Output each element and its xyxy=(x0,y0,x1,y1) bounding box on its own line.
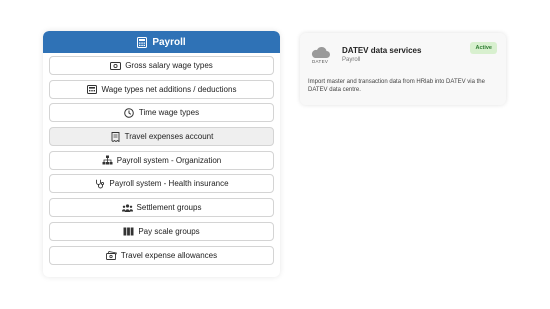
org-chart-icon xyxy=(102,155,113,165)
menu-item-travel-expenses-account[interactable]: Travel expenses account xyxy=(49,127,274,147)
card-description: Import master and transaction data from … xyxy=(308,79,485,93)
menu-item-label: Pay scale groups xyxy=(138,226,200,236)
menu-item-label: Travel expense allowances xyxy=(120,250,218,260)
payroll-menu: Gross salary wage types Wage types net a… xyxy=(43,53,280,265)
menu-item-label: Settlement groups xyxy=(136,203,202,213)
panel-title: Payroll xyxy=(152,36,186,48)
columns-icon xyxy=(123,226,134,236)
card-subtitle: Payroll xyxy=(342,57,361,63)
datev-card[interactable]: DATEV DATEV data services Payroll Active… xyxy=(300,33,506,105)
menu-item-label: Travel expenses account xyxy=(124,132,214,142)
menu-item-label: Time wage types xyxy=(138,108,200,118)
menu-item-time-wage-types[interactable]: Time wage types xyxy=(49,103,274,123)
users-icon xyxy=(121,203,133,213)
menu-item-wage-types-net[interactable]: Wage types net additions / deductions xyxy=(49,79,274,99)
datev-logo: DATEV xyxy=(312,59,329,64)
menu-item-label: Wage types net additions / deductions xyxy=(101,84,237,94)
card-title: DATEV data services xyxy=(342,46,422,55)
money-icon xyxy=(110,61,122,71)
menu-item-settlement-groups[interactable]: Settlement groups xyxy=(49,198,274,218)
calculator-icon xyxy=(137,36,148,48)
menu-item-label: Payroll system - Organization xyxy=(116,155,222,165)
menu-item-gross-salary[interactable]: Gross salary wage types xyxy=(49,56,274,75)
receipt-icon xyxy=(110,131,121,142)
calculator-icon xyxy=(87,84,98,94)
menu-item-payroll-health-insurance[interactable]: Payroll system - Health insurance xyxy=(49,174,274,194)
status-badge: Active xyxy=(470,42,497,54)
cash-icon xyxy=(105,250,117,260)
clock-icon xyxy=(124,108,135,118)
payroll-panel: Payroll Gross salary wage types Wage typ… xyxy=(43,31,280,277)
menu-item-label: Gross salary wage types xyxy=(125,61,213,70)
stethoscope-icon xyxy=(94,179,105,189)
menu-item-label: Payroll system - Health insurance xyxy=(109,179,229,189)
menu-item-pay-scale-groups[interactable]: Pay scale groups xyxy=(49,221,274,241)
menu-item-travel-expense-allowances[interactable]: Travel expense allowances xyxy=(49,245,274,265)
menu-item-payroll-organization[interactable]: Payroll system - Organization xyxy=(49,150,274,170)
panel-header: Payroll xyxy=(43,31,280,53)
